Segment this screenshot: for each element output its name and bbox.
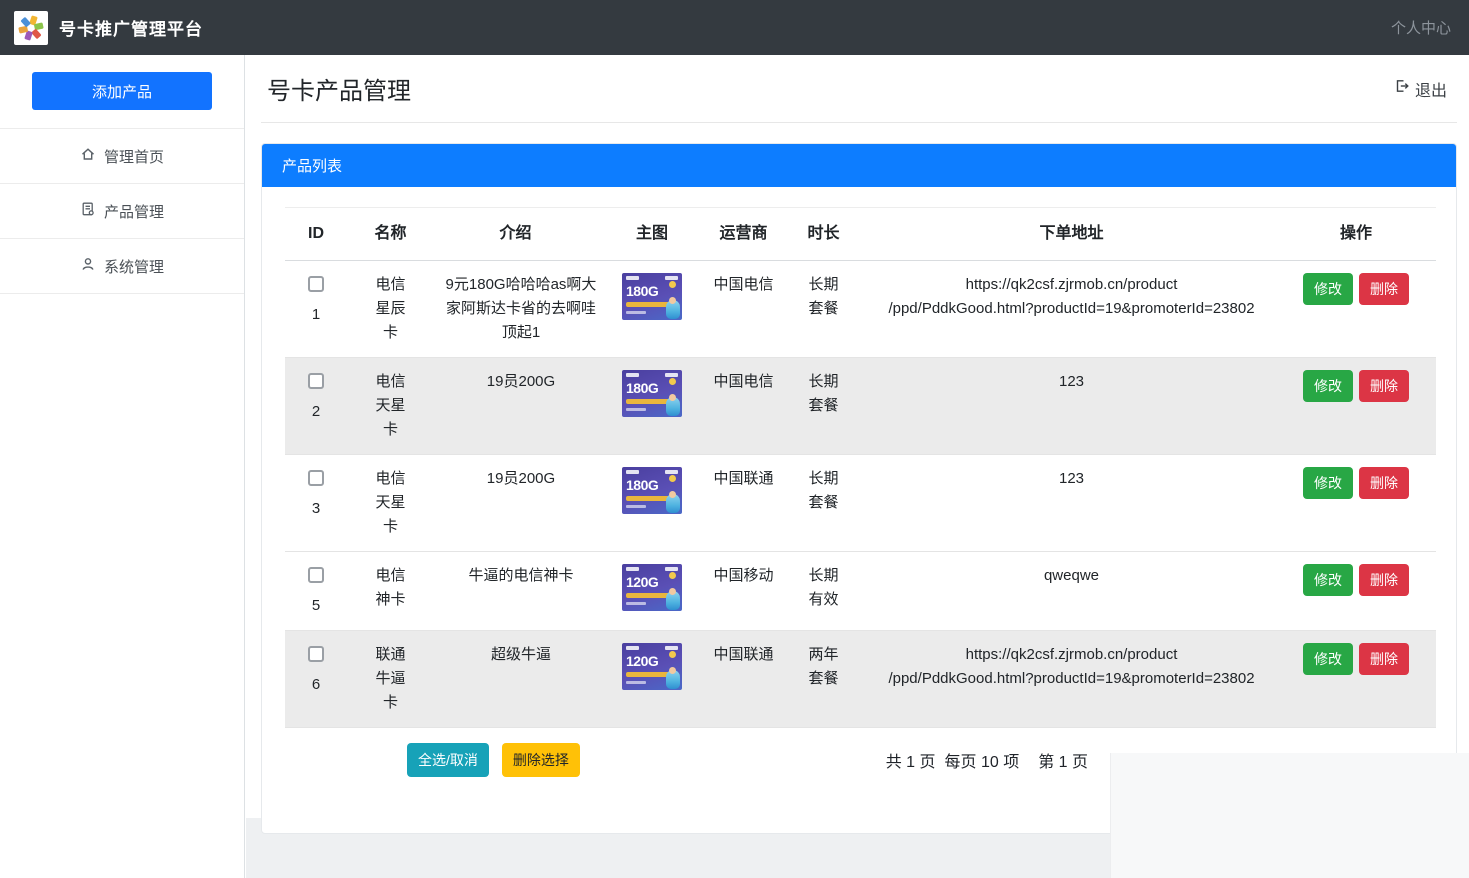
- home-icon: [80, 146, 96, 166]
- col-header-carrier: 运营商: [707, 208, 780, 261]
- add-product-button[interactable]: 添加产品: [32, 72, 212, 110]
- product-duration: 长期有效: [807, 564, 841, 612]
- row-checkbox[interactable]: [308, 567, 324, 583]
- product-image: 180G: [622, 370, 682, 417]
- logout-icon: [1394, 78, 1410, 99]
- sidebar-item-system[interactable]: 系统管理: [0, 239, 244, 294]
- sidebar: 添加产品 管理首页 产品管理 系统管理: [0, 55, 245, 878]
- row-checkbox[interactable]: [308, 276, 324, 292]
- sidebar-item-label: 产品管理: [104, 201, 164, 222]
- document-icon: [80, 201, 96, 221]
- col-header-intro: 介绍: [434, 208, 597, 261]
- sidebar-item-label: 系统管理: [104, 256, 164, 277]
- product-duration: 两年套餐: [807, 643, 841, 691]
- product-intro: 19员200G: [440, 370, 602, 394]
- page-header: 号卡产品管理 退出: [261, 55, 1457, 123]
- sidebar-item-label: 管理首页: [104, 146, 164, 167]
- product-intro: 19员200G: [440, 467, 602, 491]
- top-navbar: 号卡推广管理平台 个人中心: [0, 0, 1469, 55]
- app-logo-icon: [14, 11, 48, 45]
- table-header-row: ID 名称 介绍 主图 运营商 时长 下单地址 操作: [285, 208, 1436, 261]
- modify-button[interactable]: 修改: [1303, 564, 1353, 596]
- product-intro: 牛逼的电信神卡: [440, 564, 602, 588]
- product-name: 联通牛逼卡: [374, 643, 408, 715]
- current-page: 第 1 页: [1038, 748, 1088, 772]
- product-image: 180G: [622, 467, 682, 514]
- product-image: 120G: [622, 643, 682, 690]
- col-header-order-url: 下单地址: [867, 208, 1276, 261]
- product-duration: 长期套餐: [807, 370, 841, 418]
- panel-body: ID 名称 介绍 主图 运营商 时长 下单地址 操作 1: [262, 187, 1456, 833]
- product-list-card: 产品列表 ID 名称 介绍 主图 运营商 时长: [261, 143, 1457, 834]
- profile-center-link[interactable]: 个人中心: [1391, 17, 1451, 38]
- product-carrier: 中国移动: [707, 552, 780, 631]
- product-duration: 长期套餐: [807, 273, 841, 321]
- table-row: 2 电信天星卡 19员200G 180G 中国电信 长期套餐 123 修改删除: [285, 358, 1436, 455]
- table-row: 5 电信神卡 牛逼的电信神卡 120G 中国移动 长期有效 qweqwe 修改删…: [285, 552, 1436, 631]
- col-header-duration: 时长: [780, 208, 867, 261]
- product-duration: 长期套餐: [807, 467, 841, 515]
- col-header-actions: 操作: [1276, 208, 1436, 261]
- page-title: 号卡产品管理: [267, 71, 411, 106]
- delete-button[interactable]: 删除: [1359, 467, 1409, 499]
- order-url: https://qk2csf.zjrmob.cn/product /ppd/Pd…: [867, 631, 1276, 728]
- col-header-id: ID: [285, 208, 347, 261]
- product-intro: 超级牛逼: [440, 643, 602, 667]
- order-url: https://qk2csf.zjrmob.cn/product /ppd/Pd…: [867, 261, 1276, 358]
- logout-button[interactable]: 退出: [1394, 77, 1447, 101]
- delete-button[interactable]: 删除: [1359, 564, 1409, 596]
- product-carrier: 中国联通: [707, 631, 780, 728]
- app-window: 号卡推广管理平台 个人中心 添加产品 管理首页 产品管理 系统管理: [0, 0, 1469, 878]
- row-id: 5: [291, 594, 341, 618]
- blank-overlay-panel: [1110, 753, 1469, 878]
- pagination: 共 1 页 每页 10 项 第 1 页: [886, 748, 1088, 772]
- row-checkbox[interactable]: [308, 373, 324, 389]
- table-row: 1 电信星辰卡 9元180G哈哈哈as啊大家阿斯达卡省的去啊哇顶起1 180G …: [285, 261, 1436, 358]
- product-carrier: 中国电信: [707, 358, 780, 455]
- table-row: 3 电信天星卡 19员200G 180G 中国联通 长期套餐 123 修改删除: [285, 455, 1436, 552]
- delete-selected-button[interactable]: 删除选择: [502, 743, 580, 777]
- product-intro: 9元180G哈哈哈as啊大家阿斯达卡省的去啊哇顶起1: [440, 273, 602, 345]
- product-image: 120G: [622, 564, 682, 611]
- delete-button[interactable]: 删除: [1359, 370, 1409, 402]
- panel-title: 产品列表: [262, 144, 1456, 187]
- sidebar-item-home[interactable]: 管理首页: [0, 129, 244, 184]
- order-url: qweqwe: [867, 552, 1276, 631]
- order-url: 123: [867, 358, 1276, 455]
- select-all-toggle-button[interactable]: 全选/取消: [407, 743, 489, 777]
- col-header-image: 主图: [597, 208, 707, 261]
- row-id: 6: [291, 673, 341, 697]
- row-checkbox[interactable]: [308, 646, 324, 662]
- modify-button[interactable]: 修改: [1303, 467, 1353, 499]
- modify-button[interactable]: 修改: [1303, 370, 1353, 402]
- product-image: 180G: [622, 273, 682, 320]
- product-carrier: 中国联通: [707, 455, 780, 552]
- products-table: ID 名称 介绍 主图 运营商 时长 下单地址 操作 1: [285, 207, 1436, 728]
- col-header-name: 名称: [347, 208, 434, 261]
- delete-button[interactable]: 删除: [1359, 273, 1409, 305]
- page-count: 共 1 页: [886, 748, 936, 772]
- product-name: 电信神卡: [374, 564, 408, 612]
- row-id: 1: [291, 303, 341, 327]
- logout-label: 退出: [1415, 77, 1447, 101]
- modify-button[interactable]: 修改: [1303, 643, 1353, 675]
- product-carrier: 中国电信: [707, 261, 780, 358]
- product-name: 电信天星卡: [374, 370, 408, 442]
- user-icon: [80, 256, 96, 276]
- app-title: 号卡推广管理平台: [59, 15, 203, 40]
- sidebar-item-products[interactable]: 产品管理: [0, 184, 244, 239]
- modify-button[interactable]: 修改: [1303, 273, 1353, 305]
- product-name: 电信星辰卡: [374, 273, 408, 345]
- row-checkbox[interactable]: [308, 470, 324, 486]
- per-page-info: 每页 10 项: [945, 748, 1020, 772]
- table-row: 6 联通牛逼卡 超级牛逼 120G 中国联通 两年套餐 https://qk2c…: [285, 631, 1436, 728]
- delete-button[interactable]: 删除: [1359, 643, 1409, 675]
- product-name: 电信天星卡: [374, 467, 408, 539]
- row-id: 3: [291, 497, 341, 521]
- order-url: 123: [867, 455, 1276, 552]
- row-id: 2: [291, 400, 341, 424]
